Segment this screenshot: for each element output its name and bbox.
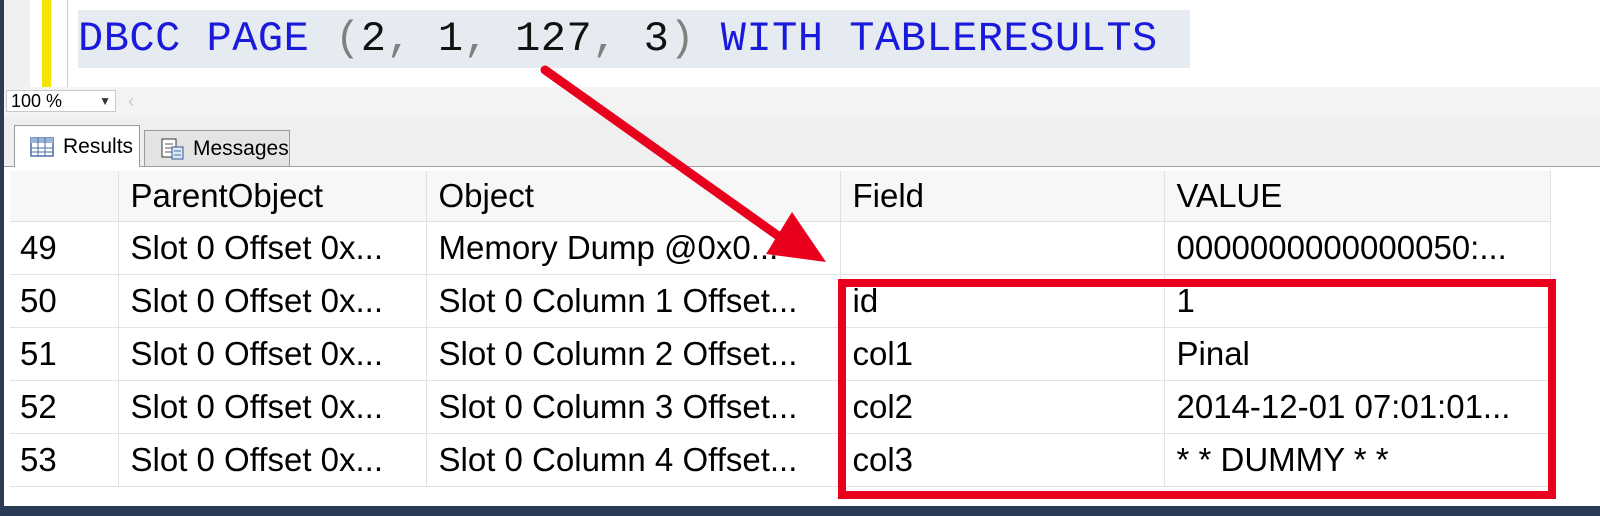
object-cell[interactable]: Slot 0 Column 2 Offset... (426, 327, 841, 381)
sql-token-pun: ) (669, 15, 696, 63)
grid-icon (30, 136, 54, 157)
parentobject-cell[interactable]: Slot 0 Offset 0x... (118, 433, 427, 487)
table-row[interactable]: 51 Slot 0 Offset 0x... Slot 0 Column 2 O… (10, 327, 1551, 381)
row-number-cell[interactable]: 49 (10, 221, 119, 275)
object-cell[interactable]: Slot 0 Column 3 Offset... (426, 380, 841, 434)
table-row[interactable]: 52 Slot 0 Offset 0x... Slot 0 Column 3 O… (10, 380, 1551, 434)
parentobject-cell[interactable]: Slot 0 Offset 0x... (118, 221, 427, 275)
field-cell[interactable]: id (840, 274, 1165, 328)
tab-messages-label: Messages (193, 136, 289, 160)
tab-results-label: Results (63, 134, 134, 158)
results-tab-strip: Results Messages (4, 117, 1600, 167)
document-icon (161, 137, 184, 160)
table-row[interactable]: 50 Slot 0 Offset 0x... Slot 0 Column 1 O… (10, 274, 1551, 328)
chevron-down-icon[interactable]: ▼ (99, 91, 111, 111)
row-number-cell[interactable]: 53 (10, 433, 119, 487)
value-cell[interactable]: 2014-12-01 07:01:01... (1164, 380, 1551, 434)
tab-messages[interactable]: Messages (144, 130, 290, 166)
sql-statement-line[interactable]: DBCC PAGE (2, 1, 127, 3) WITH TABLERESUL… (78, 10, 1190, 68)
table-row[interactable]: 49 Slot 0 Offset 0x... Memory Dump @0x0.… (10, 221, 1551, 275)
row-number-cell[interactable]: 50 (10, 274, 119, 328)
sql-token-kw: WITH TABLERESULTS (695, 15, 1158, 63)
window-frame-bottom (0, 506, 1600, 516)
editor-gutter (4, 0, 30, 87)
sql-token-pun: , (592, 15, 644, 63)
results-grid-area: ParentObject Object Field VALUE 49 Slot … (4, 167, 1600, 506)
object-cell[interactable]: Slot 0 Column 1 Offset... (426, 274, 841, 328)
object-cell[interactable]: Memory Dump @0x0... (426, 221, 841, 275)
parentobject-cell[interactable]: Slot 0 Offset 0x... (118, 380, 427, 434)
change-indicator-bar (42, 0, 51, 87)
sql-token-pun: , (386, 15, 438, 63)
value-cell[interactable]: 0000000000000050:... (1164, 221, 1551, 275)
field-cell[interactable]: col2 (840, 380, 1165, 434)
sql-token-num: 127 (515, 15, 593, 63)
column-header-field[interactable]: Field (840, 171, 1165, 222)
sql-token-pun (309, 15, 335, 63)
value-cell[interactable]: * * DUMMY * * (1164, 433, 1551, 487)
column-header-object[interactable]: Object (426, 171, 841, 222)
column-header-parentobject[interactable]: ParentObject (118, 171, 427, 222)
parentobject-cell[interactable]: Slot 0 Offset 0x... (118, 274, 427, 328)
row-number-header[interactable] (10, 171, 119, 222)
value-cell[interactable]: Pinal (1164, 327, 1551, 381)
tab-results[interactable]: Results (14, 125, 140, 167)
sql-token-num: 3 (643, 15, 670, 63)
sql-token-pun: , (463, 15, 516, 63)
object-cell[interactable]: Slot 0 Column 4 Offset... (426, 433, 841, 487)
query-editor[interactable]: DBCC PAGE (2, 1, 127, 3) WITH TABLERESUL… (4, 0, 1600, 87)
field-cell[interactable]: col1 (840, 327, 1165, 381)
grid-header-row: ParentObject Object Field VALUE (10, 171, 1551, 222)
zoom-toolbar: 100 % ▼ ‹ (4, 87, 1600, 117)
results-grid: ParentObject Object Field VALUE 49 Slot … (10, 171, 1551, 487)
scroll-left-icon[interactable]: ‹ (128, 90, 134, 112)
value-cell[interactable]: 1 (1164, 274, 1551, 328)
row-number-cell[interactable]: 52 (10, 380, 119, 434)
parentobject-cell[interactable]: Slot 0 Offset 0x... (118, 327, 427, 381)
field-cell[interactable]: col3 (840, 433, 1165, 487)
zoom-value: 100 % (11, 91, 63, 111)
sql-token-num: 1 (437, 15, 464, 63)
column-header-value[interactable]: VALUE (1164, 171, 1551, 222)
sql-token-kw: DBCC PAGE (78, 15, 310, 63)
sql-token-pun: ( (335, 15, 361, 63)
zoom-select[interactable]: 100 % ▼ (6, 90, 116, 112)
sql-token-num: 2 (360, 15, 387, 63)
gutter-divider (67, 0, 68, 87)
table-row[interactable]: 53 Slot 0 Offset 0x... Slot 0 Column 4 O… (10, 433, 1551, 487)
row-number-cell[interactable]: 51 (10, 327, 119, 381)
field-cell[interactable] (840, 221, 1165, 275)
